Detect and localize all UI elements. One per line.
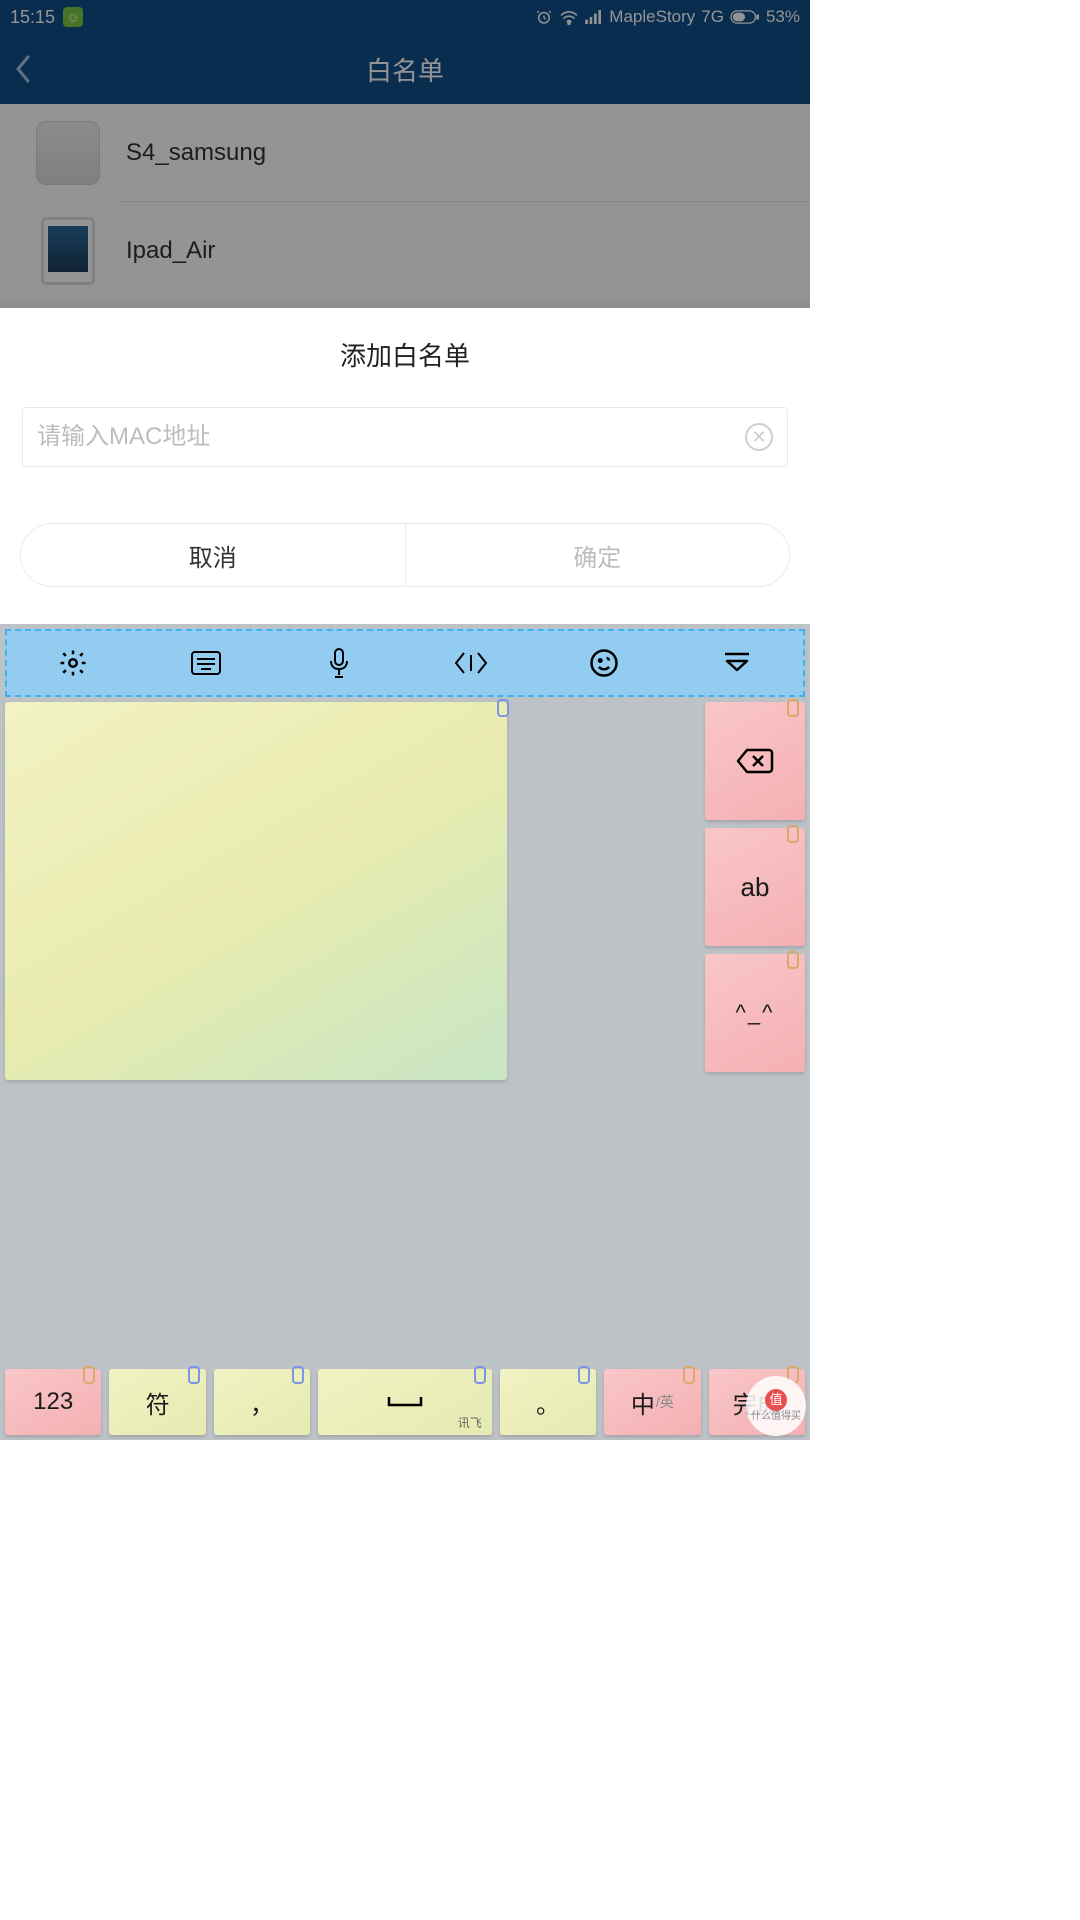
back-button[interactable] [14,54,32,84]
handwriting-pad[interactable] [5,702,507,1080]
cursor-move-icon[interactable] [454,646,488,680]
kaomoji-key[interactable]: ^_^ [705,954,805,1072]
symbol-key[interactable]: 符 [109,1369,205,1435]
alarm-icon [535,8,553,26]
settings-icon[interactable] [56,646,90,680]
status-battery: 53% [766,7,800,27]
ime-brand: 讯飞 [458,1414,482,1431]
device-list: S4_samsung Ipad_Air [0,104,810,299]
add-whitelist-modal: 添加白名单 ✕ 取消 确定 [0,308,810,624]
mac-input[interactable] [37,423,745,451]
language-toggle-key[interactable]: 中/英 [604,1369,700,1435]
device-icon [41,217,95,285]
wifi-icon [559,9,579,25]
space-key[interactable]: 讯飞 [318,1369,492,1435]
device-row[interactable]: S4_samsung [0,104,810,201]
backspace-key[interactable] [705,702,805,820]
collapse-keyboard-icon[interactable] [720,646,754,680]
android-icon: ☺ [63,7,83,27]
watermark: 值 什么值得买 [746,1376,806,1436]
device-icon [36,121,100,185]
keyboard-switch-icon[interactable] [189,646,223,680]
ime-keyboard: ab ^_^ 123 符 ， 讯飞 。 中/英 完成 [0,624,810,1440]
status-carrier: MapleStory [609,7,695,27]
status-time: 15:15 [10,7,55,28]
ok-button[interactable]: 确定 [406,524,790,586]
status-network: 7G [701,7,724,27]
period-key[interactable]: 。 [500,1369,596,1435]
device-name: Ipad_Air [126,237,215,265]
cancel-button[interactable]: 取消 [21,524,406,586]
device-row[interactable]: Ipad_Air [0,202,810,299]
app-header: 白名单 [0,34,810,104]
emoji-icon[interactable] [587,646,621,680]
clear-input-button[interactable]: ✕ [745,423,773,451]
device-name: S4_samsung [126,139,266,167]
num-key[interactable]: 123 [5,1369,101,1435]
alpha-key[interactable]: ab [705,828,805,946]
status-bar: 15:15 ☺ MapleStory 7G 53% [0,0,810,34]
comma-key[interactable]: ， [214,1369,310,1435]
voice-input-icon[interactable] [322,646,356,680]
keyboard-toolbar [5,629,805,697]
mac-input-wrap[interactable]: ✕ [22,407,788,467]
battery-icon [730,10,760,24]
modal-title: 添加白名单 [0,336,810,373]
page-title: 白名单 [366,51,444,88]
signal-icon [585,10,603,24]
